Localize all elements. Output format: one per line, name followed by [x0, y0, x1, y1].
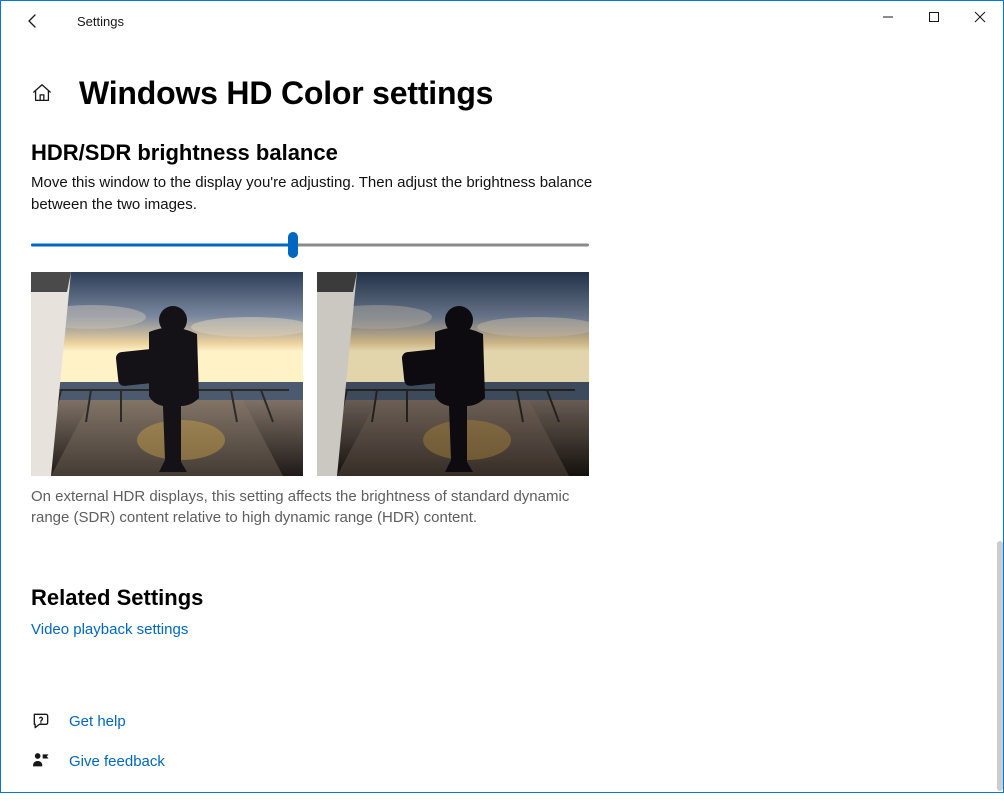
brightness-heading: HDR/SDR brightness balance — [31, 140, 611, 166]
back-arrow-icon — [25, 13, 41, 29]
get-help-link[interactable]: Get help — [69, 713, 126, 730]
brightness-note: On external HDR displays, this setting a… — [31, 486, 611, 530]
back-button[interactable] — [17, 5, 49, 37]
related-settings: Related Settings Video playback settings — [31, 585, 611, 639]
maximize-icon — [928, 11, 940, 23]
titlebar: Settings — [1, 1, 1003, 41]
help-actions: Get help Give feedback — [31, 701, 611, 781]
page-header: Windows HD Color settings — [31, 75, 611, 112]
give-feedback-link[interactable]: Give feedback — [69, 753, 165, 770]
brightness-previews — [31, 272, 611, 476]
help-icon — [31, 711, 51, 731]
window-controls — [865, 1, 1003, 41]
vertical-scrollbar[interactable] — [997, 541, 1003, 791]
get-help-row: Get help — [31, 701, 611, 741]
minimize-icon — [882, 11, 894, 23]
related-heading: Related Settings — [31, 585, 611, 611]
preview-image-sdr — [31, 272, 303, 476]
close-button[interactable] — [957, 1, 1003, 33]
preview-image-hdr — [317, 272, 589, 476]
slider-thumb[interactable] — [288, 232, 298, 258]
home-icon[interactable] — [31, 82, 55, 106]
feedback-icon — [31, 751, 51, 771]
give-feedback-row: Give feedback — [31, 741, 611, 781]
close-icon — [974, 11, 986, 23]
window-title: Settings — [77, 14, 124, 29]
video-playback-settings-link[interactable]: Video playback settings — [31, 621, 188, 638]
content-area: Windows HD Color settings HDR/SDR bright… — [1, 41, 641, 801]
brightness-description: Move this window to the display you're a… — [31, 172, 611, 216]
maximize-button[interactable] — [911, 1, 957, 33]
slider-track-fill — [31, 243, 293, 246]
minimize-button[interactable] — [865, 1, 911, 33]
page-title: Windows HD Color settings — [79, 75, 493, 112]
brightness-slider[interactable] — [31, 232, 589, 258]
